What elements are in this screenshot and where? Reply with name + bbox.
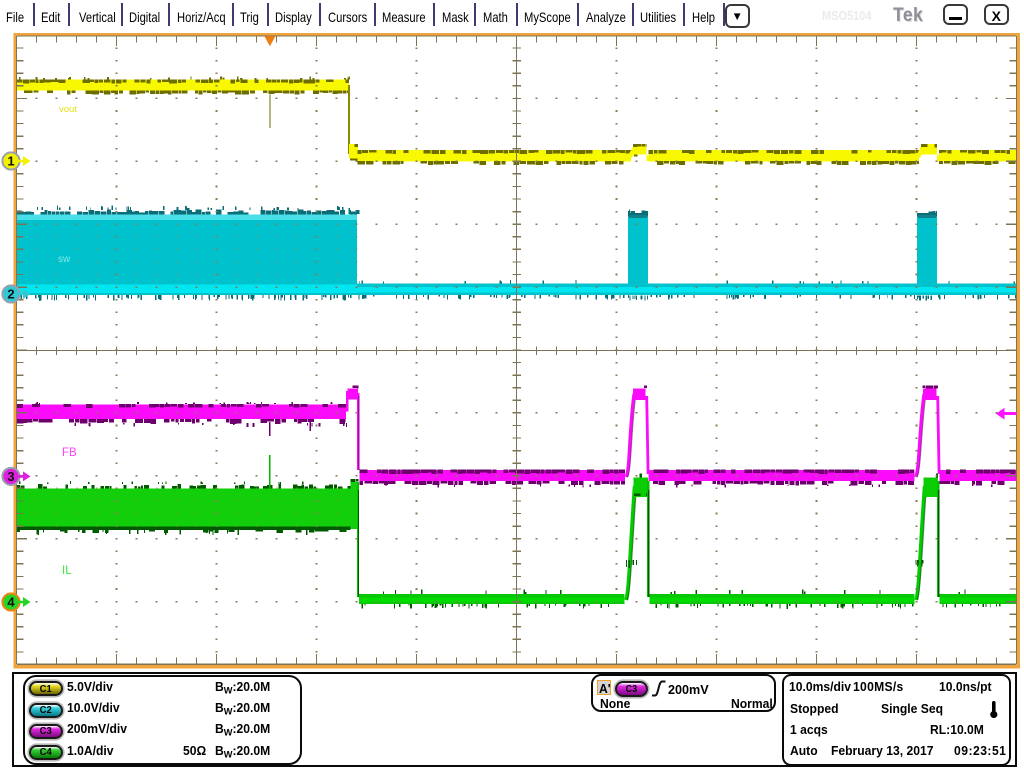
svg-text:3: 3 xyxy=(7,469,14,484)
svg-text:IL: IL xyxy=(62,565,72,577)
svg-text:2: 2 xyxy=(7,287,14,302)
svg-text:1: 1 xyxy=(7,154,14,169)
svg-text:FB: FB xyxy=(62,447,77,459)
svg-text:vout: vout xyxy=(59,104,77,115)
svg-text:sw: sw xyxy=(58,254,71,265)
svg-text:4: 4 xyxy=(7,595,15,610)
